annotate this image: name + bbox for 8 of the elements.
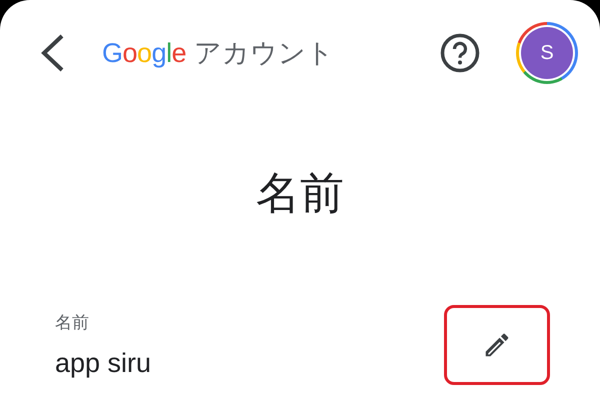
- page-title: 名前: [255, 168, 345, 220]
- logo-text: Google: [102, 38, 186, 68]
- field-label: 名前: [55, 312, 90, 334]
- field-value: app siru: [55, 348, 152, 379]
- help-icon[interactable]: [440, 33, 480, 73]
- product-name: アカウント: [194, 37, 334, 70]
- avatar[interactable]: S: [521, 27, 573, 79]
- edit-button[interactable]: [444, 305, 550, 385]
